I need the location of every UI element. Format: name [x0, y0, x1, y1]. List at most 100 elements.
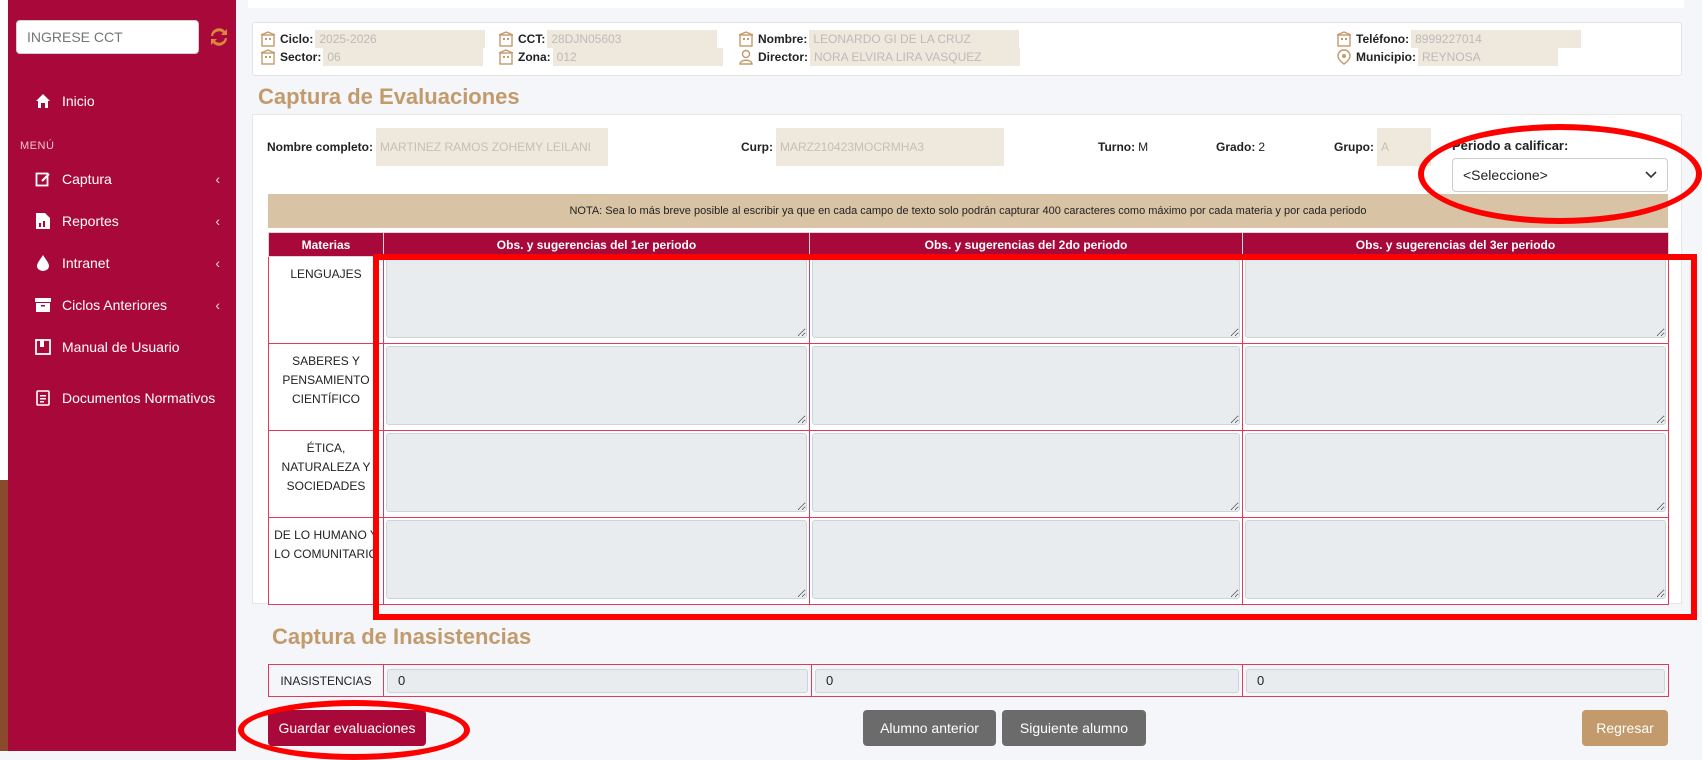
- curp-field: Curp: MARZ210423MOCRMHA3: [741, 128, 1004, 166]
- sidebar-item-inicio[interactable]: Inicio: [8, 80, 236, 122]
- student-name-field: Nombre completo: MARTINEZ RAMOS ZOHEMY L…: [267, 128, 609, 166]
- telefono-value: 8999227014: [1411, 30, 1582, 48]
- cct-input[interactable]: [16, 20, 199, 54]
- sector-field: Sector: 06: [260, 48, 484, 66]
- sector-value: 06: [323, 48, 484, 66]
- materia-cell: ÉTICA, NATURALEZA Y SOCIEDADES: [268, 430, 384, 518]
- turno-field: Turno: M: [1098, 137, 1148, 157]
- zona-value: 012: [552, 48, 723, 66]
- archive-icon: [34, 296, 52, 314]
- ina-cell: 0: [811, 664, 1243, 697]
- municipio-value: REYNOSA: [1418, 48, 1558, 66]
- column-header: Obs. y sugerencias del 3er periodo: [1242, 232, 1669, 257]
- materia-cell: DE LO HUMANO Y LO COMUNITARIO: [268, 517, 384, 605]
- chevron-left-icon: ‹: [215, 213, 220, 229]
- zona-field: Zona: 012: [498, 48, 723, 66]
- back-button[interactable]: Regresar: [1582, 710, 1668, 746]
- sidebar-item-ciclos-anteriores[interactable]: Ciclos Anteriores ‹: [8, 284, 236, 326]
- inasistencias-label: INASISTENCIAS: [268, 664, 384, 697]
- sidebar-item-label: Inicio: [62, 93, 95, 109]
- annotation-ellipse-periodo: [1418, 124, 1702, 224]
- municipio-label: Municipio:: [1356, 50, 1416, 64]
- sidebar-item-intranet[interactable]: Intranet ‹: [8, 242, 236, 284]
- nombre-field: Nombre: LEONARDO GI DE LA CRUZ: [738, 30, 1020, 48]
- refresh-icon[interactable]: [206, 24, 232, 50]
- nombre-value: LEONARDO GI DE LA CRUZ: [809, 30, 1020, 48]
- grado-label: Grado:: [1216, 140, 1256, 154]
- column-header: Materias: [268, 232, 384, 257]
- previous-student-button[interactable]: Alumno anterior: [863, 710, 996, 746]
- building-icon: [260, 31, 276, 47]
- ciclo-field: Ciclo: 2025-2026: [260, 30, 486, 48]
- decorative-edge: [0, 480, 8, 751]
- sidebar-item-label: Captura: [62, 171, 112, 187]
- cct-label: CCT:: [518, 32, 546, 46]
- top-strip: [248, 0, 1684, 8]
- turno-label: Turno:: [1098, 140, 1136, 154]
- cct-search: [16, 20, 227, 54]
- cct-field: CCT: 28DJN05603: [498, 30, 718, 48]
- user-icon: [739, 49, 753, 65]
- chevron-left-icon: ‹: [215, 171, 220, 187]
- column-header: Obs. y sugerencias del 2do periodo: [809, 232, 1243, 257]
- sidebar: Inicio MENÚ Captura ‹ Reportes ‹ Intrane…: [8, 0, 236, 751]
- building-icon: [498, 31, 514, 47]
- column-header: Obs. y sugerencias del 1er periodo: [383, 232, 810, 257]
- materia-cell: LENGUAJES: [268, 256, 384, 344]
- director-value: NORA ELVIRA LIRA VASQUEZ: [810, 48, 1021, 66]
- sidebar-item-reportes[interactable]: Reportes ‹: [8, 200, 236, 242]
- chevron-left-icon: ‹: [215, 297, 220, 313]
- student-name-label: Nombre completo:: [267, 140, 374, 154]
- director-field: Director: NORA ELVIRA LIRA VASQUEZ: [738, 48, 1021, 66]
- sidebar-item-captura[interactable]: Captura ‹: [8, 158, 236, 200]
- sidebar-nav: Inicio MENÚ Captura ‹ Reportes ‹ Intrane…: [8, 80, 236, 428]
- inasistencias-table: INASISTENCIAS 0 0 0: [268, 664, 1669, 697]
- zona-label: Zona:: [518, 50, 551, 64]
- grupo-label: Grupo:: [1334, 140, 1374, 154]
- sidebar-item-label: Documentos Normativos: [62, 390, 216, 406]
- location-pin-icon: [1337, 49, 1351, 65]
- home-icon: [34, 92, 52, 110]
- next-student-button[interactable]: Siguiente alumno: [1002, 710, 1146, 746]
- turno-value: M: [1138, 140, 1149, 154]
- report-icon: [34, 212, 52, 230]
- document-icon: [34, 389, 52, 407]
- edit-icon: [34, 170, 52, 188]
- sidebar-item-manual[interactable]: Manual de Usuario: [8, 326, 236, 368]
- sidebar-item-label: Reportes: [62, 213, 119, 229]
- building-icon: [738, 31, 754, 47]
- building-icon: [260, 49, 276, 65]
- inasistencias-title: Captura de Inasistencias: [272, 624, 532, 649]
- grado-field: Grado: 2: [1216, 137, 1265, 157]
- ciclo-value: 2025-2026: [315, 30, 486, 48]
- sidebar-item-documentos[interactable]: Documentos Normativos: [8, 368, 236, 428]
- book-icon: [34, 338, 52, 356]
- inasistencias-periodo-1-input[interactable]: 0: [387, 668, 808, 693]
- cct-value: 28DJN05603: [547, 30, 718, 48]
- sector-label: Sector:: [280, 50, 322, 64]
- chevron-left-icon: ‹: [215, 255, 220, 271]
- grupo-field: Grupo: A: [1334, 128, 1431, 166]
- evaluaciones-title: Captura de Evaluaciones: [258, 84, 520, 109]
- nombre-label: Nombre:: [758, 32, 808, 46]
- annotation-rect-table: [373, 254, 1697, 620]
- telefono-label: Teléfono:: [1356, 32, 1410, 46]
- inasistencias-periodo-2-input[interactable]: 0: [815, 668, 1239, 693]
- building-icon: [498, 49, 514, 65]
- grado-value: 2: [1258, 140, 1266, 154]
- drop-icon: [34, 254, 52, 272]
- menu-section-label: MENÚ: [20, 140, 55, 152]
- director-label: Director:: [758, 50, 809, 64]
- sidebar-item-label: Manual de Usuario: [62, 339, 180, 355]
- student-name-value: MARTINEZ RAMOS ZOHEMY LEILANI: [376, 128, 609, 166]
- sidebar-item-label: Intranet: [62, 255, 110, 271]
- ina-cell: 0: [1242, 664, 1669, 697]
- ina-cell: 0: [383, 664, 812, 697]
- ciclo-label: Ciclo:: [280, 32, 314, 46]
- sidebar-item-label: Ciclos Anteriores: [62, 297, 168, 313]
- municipio-field: Municipio: REYNOSA: [1336, 48, 1558, 66]
- curp-label: Curp:: [741, 140, 773, 154]
- inasistencias-periodo-3-input[interactable]: 0: [1246, 668, 1665, 693]
- table-row: INASISTENCIAS 0 0 0: [268, 664, 1669, 697]
- materia-cell: SABERES Y PENSAMIENTO CIENTÍFICO: [268, 343, 384, 431]
